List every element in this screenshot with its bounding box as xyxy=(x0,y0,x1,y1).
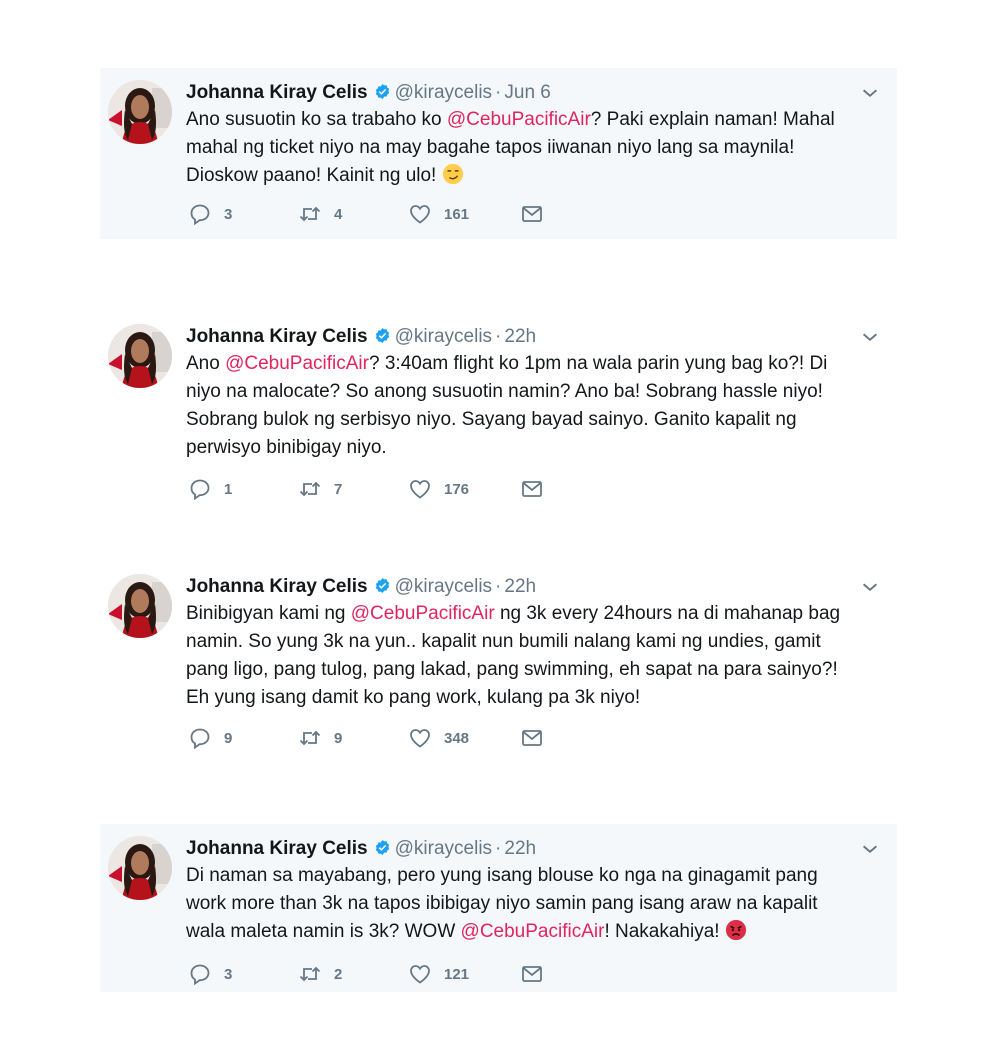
tweet-card[interactable]: Johanna Kiray Celis @kiraycelis · 22h Di na… xyxy=(100,824,897,992)
handle[interactable]: @kiraycelis xyxy=(395,576,492,597)
timestamp[interactable]: Jun 6 xyxy=(504,82,550,103)
angry-face-emoji-icon xyxy=(725,919,746,941)
retweet-count: 4 xyxy=(334,205,343,223)
separator-dot: · xyxy=(495,82,502,103)
heart-icon xyxy=(410,965,430,984)
heart-icon xyxy=(410,729,430,748)
reply-count: 3 xyxy=(224,965,233,983)
chevron-down-icon[interactable] xyxy=(859,576,881,598)
tweet-header: Johanna Kiray Celis @kiraycelis · Jun 6 xyxy=(186,80,881,106)
text-segment: ! Nakakahiya! xyxy=(604,921,725,942)
retweet-button[interactable]: 2 xyxy=(298,962,408,986)
like-count: 348 xyxy=(444,729,470,747)
avatar[interactable] xyxy=(108,324,172,388)
mention-link[interactable]: @CebuPacificAir xyxy=(225,353,369,374)
retweet-icon xyxy=(299,481,321,497)
chevron-down-icon[interactable] xyxy=(859,326,881,348)
like-button[interactable]: 176 xyxy=(408,477,520,501)
like-button[interactable]: 121 xyxy=(408,962,520,986)
verified-badge-icon xyxy=(375,84,389,99)
retweet-icon xyxy=(299,966,321,982)
direct-message-button[interactable] xyxy=(520,726,544,750)
avatar[interactable] xyxy=(108,836,172,900)
chevron-down-icon[interactable] xyxy=(859,838,881,860)
tweet-text: Ano @CebuPacificAir? 3:40am flight ko 1p… xyxy=(186,350,847,462)
display-name[interactable]: Johanna Kiray Celis xyxy=(186,82,368,103)
direct-message-button[interactable] xyxy=(520,962,544,986)
mail-icon xyxy=(522,966,542,982)
heart-icon xyxy=(410,480,430,499)
retweet-count: 2 xyxy=(334,965,343,983)
tweet-card[interactable]: Johanna Kiray Celis @kiraycelis · 22h Binib… xyxy=(100,562,897,762)
reply-button[interactable]: 3 xyxy=(188,202,298,226)
heart-icon xyxy=(410,205,430,224)
timestamp[interactable]: 22h xyxy=(504,576,536,597)
tweet-card[interactable]: Johanna Kiray Celis @kiraycelis · 22h Ano @… xyxy=(100,312,897,512)
retweet-button[interactable]: 7 xyxy=(298,477,408,501)
handle[interactable]: @kiraycelis xyxy=(395,838,492,859)
verified-badge-icon xyxy=(375,578,389,593)
reply-button[interactable]: 1 xyxy=(188,477,298,501)
smirk-face-emoji-icon xyxy=(442,163,463,185)
retweet-button[interactable]: 4 xyxy=(298,202,408,226)
reply-icon xyxy=(190,479,210,501)
text-segment: Ano susuotin ko sa trabaho ko xyxy=(186,109,447,130)
reply-icon xyxy=(190,728,210,750)
like-button[interactable]: 161 xyxy=(408,202,520,226)
reply-count: 3 xyxy=(224,205,233,223)
tweet-text: Binibigyan kami ng @CebuPacificAir ng 3k… xyxy=(186,600,847,712)
text-segment: Binibigyan kami ng xyxy=(186,603,351,624)
mail-icon xyxy=(522,206,542,222)
tweet-actions: 9 9 348 xyxy=(188,725,544,751)
reply-button[interactable]: 9 xyxy=(188,726,298,750)
mention-link[interactable]: @CebuPacificAir xyxy=(351,603,495,624)
tweet-text: Di naman sa mayabang, pero yung isang bl… xyxy=(186,862,847,946)
tweet-actions: 1 7 176 xyxy=(188,476,544,502)
retweet-icon xyxy=(299,730,321,746)
like-button[interactable]: 348 xyxy=(408,726,520,750)
reply-count: 1 xyxy=(224,480,233,498)
display-name[interactable]: Johanna Kiray Celis xyxy=(186,326,368,347)
mention-link[interactable]: @CebuPacificAir xyxy=(461,921,605,942)
display-name[interactable]: Johanna Kiray Celis xyxy=(186,576,368,597)
retweet-count: 9 xyxy=(334,729,343,747)
tweet-actions: 3 2 121 xyxy=(188,961,544,987)
reply-icon xyxy=(190,204,210,226)
text-segment: Ano xyxy=(186,353,226,374)
verified-badge-icon xyxy=(375,840,389,855)
like-count: 176 xyxy=(444,480,470,498)
mail-icon xyxy=(522,481,542,497)
reply-icon xyxy=(190,964,210,986)
mention-link[interactable]: @CebuPacificAir xyxy=(447,109,591,130)
separator-dot: · xyxy=(495,576,502,597)
retweet-button[interactable]: 9 xyxy=(298,726,408,750)
like-count: 121 xyxy=(444,965,470,983)
chevron-down-icon[interactable] xyxy=(859,82,881,104)
direct-message-button[interactable] xyxy=(520,477,544,501)
tweet-header: Johanna Kiray Celis @kiraycelis · 22h xyxy=(186,574,881,600)
tweet-text: Ano susuotin ko sa trabaho ko @CebuPacif… xyxy=(186,106,847,190)
handle[interactable]: @kiraycelis xyxy=(395,82,492,103)
retweet-count: 7 xyxy=(334,480,343,498)
avatar[interactable] xyxy=(108,80,172,144)
tweet-header: Johanna Kiray Celis @kiraycelis · 22h xyxy=(186,324,881,350)
handle[interactable]: @kiraycelis xyxy=(395,326,492,347)
mail-icon xyxy=(522,730,542,746)
tweet-header: Johanna Kiray Celis @kiraycelis · 22h xyxy=(186,836,881,862)
reply-count: 9 xyxy=(224,729,233,747)
display-name[interactable]: Johanna Kiray Celis xyxy=(186,838,368,859)
avatar[interactable] xyxy=(108,574,172,638)
retweet-icon xyxy=(299,206,321,222)
timestamp[interactable]: 22h xyxy=(504,838,536,859)
separator-dot: · xyxy=(495,326,502,347)
tweet-actions: 3 4 161 xyxy=(188,201,544,227)
reply-button[interactable]: 3 xyxy=(188,962,298,986)
like-count: 161 xyxy=(444,205,470,223)
direct-message-button[interactable] xyxy=(520,202,544,226)
tweet-card[interactable]: Johanna Kiray Celis @kiraycelis · Jun 6 Ano… xyxy=(100,68,897,239)
verified-badge-icon xyxy=(375,328,389,343)
timestamp[interactable]: 22h xyxy=(504,326,536,347)
separator-dot: · xyxy=(495,838,502,859)
